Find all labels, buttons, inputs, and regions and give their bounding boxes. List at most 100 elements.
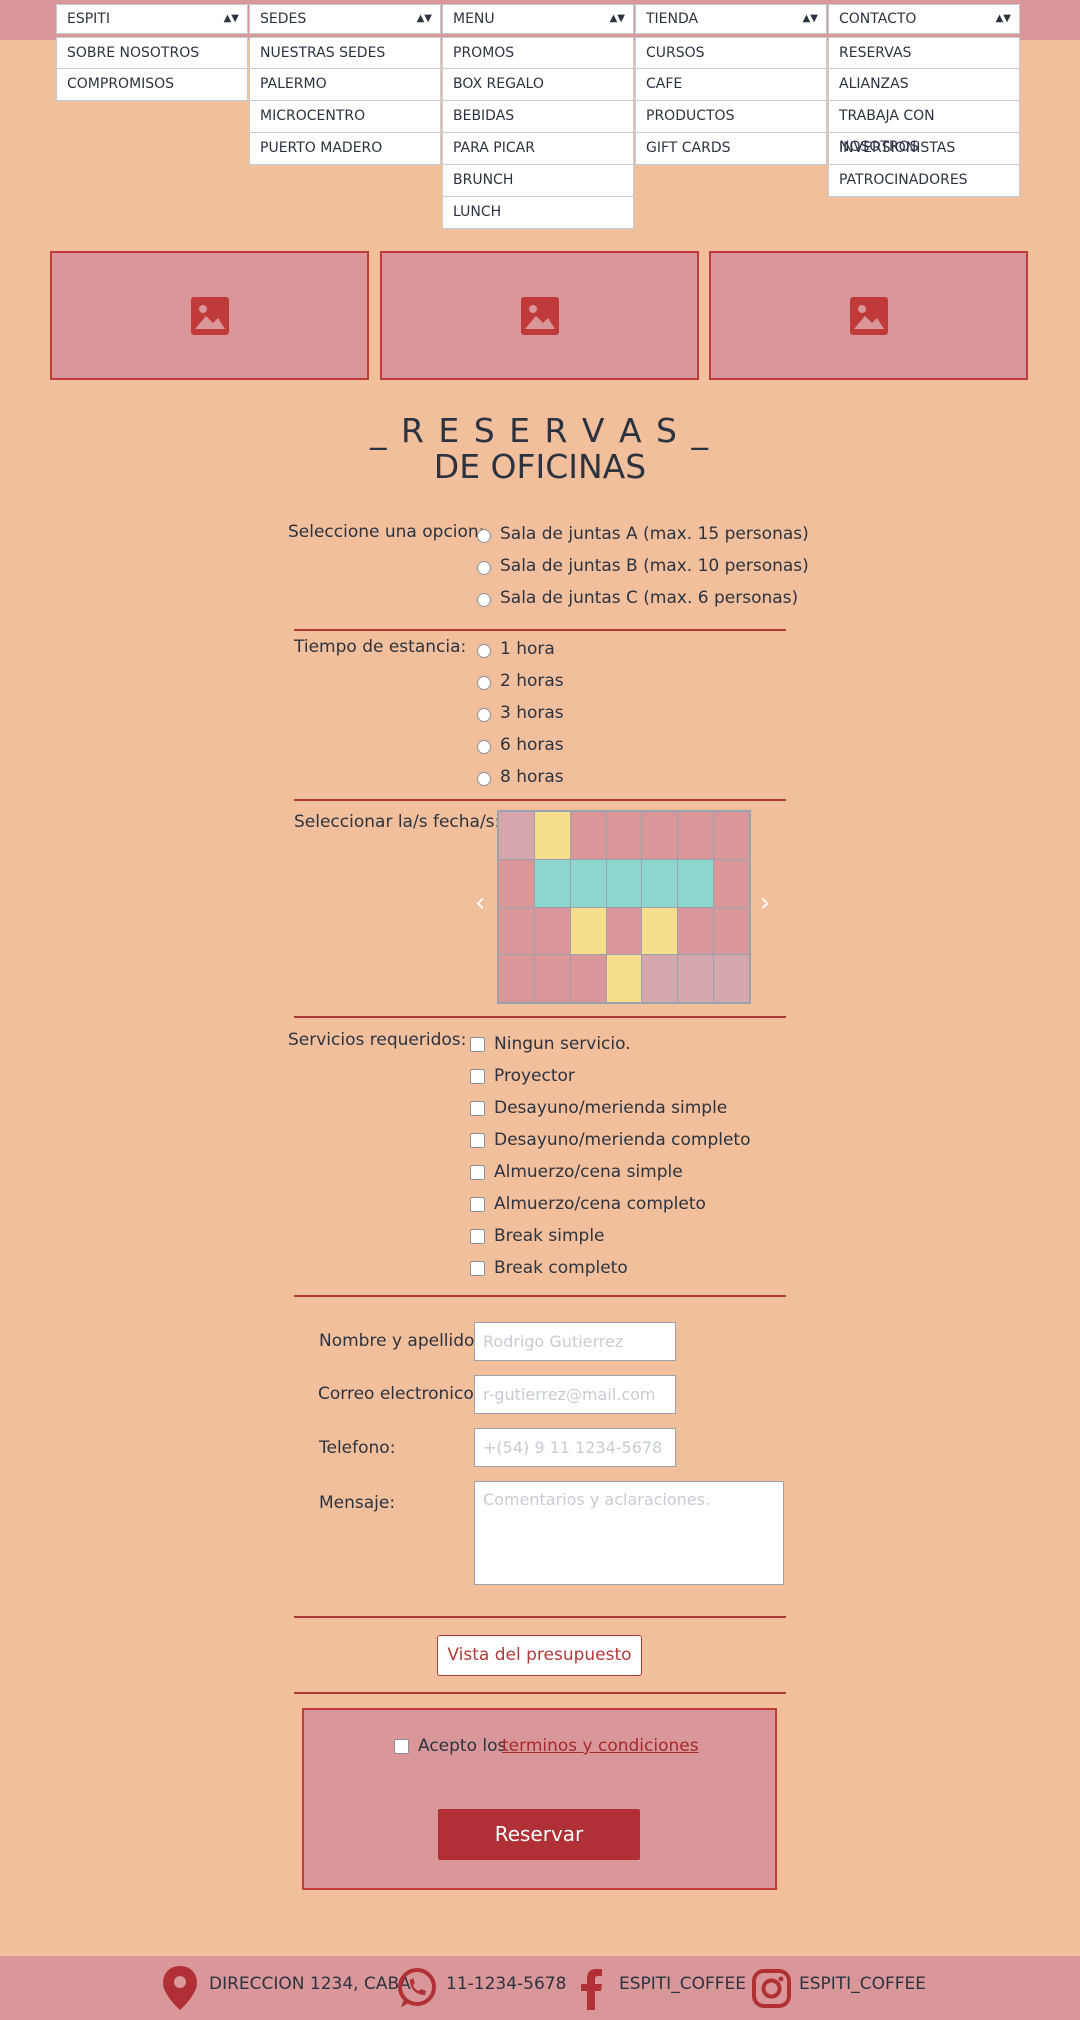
calendar-day-selected[interactable] (642, 907, 678, 955)
name-input[interactable]: Rodrigo Gutierrez (474, 1322, 676, 1361)
message-textarea[interactable]: Comentarios y aclaraciones. (474, 1481, 784, 1585)
calendar-day-free[interactable] (714, 859, 749, 907)
terms-link[interactable]: terminos y condiciones (502, 1736, 699, 1756)
calendar-day-range[interactable] (534, 859, 570, 907)
calendar-day-free[interactable] (678, 907, 714, 955)
service-checkbox-desayuno-simple[interactable] (470, 1101, 485, 1116)
room-radio-c[interactable] (477, 593, 491, 607)
nav-item-trabaja-con-nosotros[interactable]: TRABAJA CON NOSOTROS (828, 101, 1020, 155)
calendar-day-free[interactable] (678, 812, 714, 859)
service-checkbox-ninguno[interactable] (470, 1037, 485, 1052)
calendar-next-button[interactable]: › (760, 888, 770, 918)
footer-facebook: ESPITI_COFFEE (619, 1974, 746, 1994)
nav-select-contacto[interactable]: CONTACTO ▲▼ (828, 4, 1020, 34)
room-option-label: Sala de juntas C (max. 6 personas) (500, 588, 799, 608)
facebook-icon[interactable] (578, 1966, 604, 2010)
service-checkbox-almuerzo-completo[interactable] (470, 1197, 485, 1212)
calendar-day-free[interactable] (606, 907, 642, 955)
calendar-day-range[interactable] (642, 859, 678, 907)
nav-select-sedes[interactable]: SEDES ▲▼ (249, 4, 441, 34)
calendar-prev-button[interactable]: ‹ (475, 888, 485, 918)
phone-label: Telefono: (319, 1438, 396, 1458)
nav-menu-espiti: ESPITI ▲▼ SOBRE NOSOTROS COMPROMISOS (56, 4, 248, 101)
services-label: Servicios requeridos: (288, 1030, 467, 1050)
nav-item-box-regalo[interactable]: BOX REGALO (442, 69, 634, 101)
calendar-day-selected[interactable] (606, 955, 642, 1002)
whatsapp-icon[interactable] (396, 1967, 438, 2009)
service-option-label: Proyector (494, 1066, 575, 1086)
nav-select-label: ESPITI (67, 11, 110, 27)
email-input[interactable]: r-gutierrez@mail.com (474, 1375, 676, 1414)
calendar-day-range[interactable] (678, 859, 714, 907)
select-arrows-icon: ▲▼ (995, 13, 1011, 24)
duration-option-label: 6 horas (500, 735, 564, 755)
nav-item-gift-cards[interactable]: GIFT CARDS (635, 133, 827, 165)
calendar-day-free[interactable] (570, 955, 606, 1002)
service-checkbox-desayuno-completo[interactable] (470, 1133, 485, 1148)
duration-radio-6h[interactable] (477, 740, 491, 754)
terms-checkbox[interactable] (394, 1739, 409, 1754)
calendar-day-selected[interactable] (570, 907, 606, 955)
nav-item-microcentro[interactable]: MICROCENTRO (249, 101, 441, 133)
budget-preview-button[interactable]: Vista del presupuesto (437, 1635, 642, 1676)
nav-item-puerto-madero[interactable]: PUERTO MADERO (249, 133, 441, 165)
nav-select-espiti[interactable]: ESPITI ▲▼ (56, 4, 248, 34)
nav-item-cafe[interactable]: CAFE (635, 69, 827, 101)
nav-menu-tienda: TIENDA ▲▼ CURSOS CAFE PRODUCTOS GIFT CARD… (635, 4, 827, 165)
calendar-day-free[interactable] (714, 812, 749, 859)
instagram-icon[interactable] (752, 1969, 791, 2008)
service-checkbox-break-completo[interactable] (470, 1261, 485, 1276)
service-checkbox-almuerzo-simple[interactable] (470, 1165, 485, 1180)
nav-item-para-picar[interactable]: PARA PICAR (442, 133, 634, 165)
calendar-day-selected[interactable] (534, 812, 570, 859)
calendar-day-free[interactable] (534, 907, 570, 955)
nav-select-tienda[interactable]: TIENDA ▲▼ (635, 4, 827, 34)
nav-select-menu[interactable]: MENU ▲▼ (442, 4, 634, 34)
nav-item-alianzas[interactable]: ALIANZAS (828, 69, 1020, 101)
room-radio-b[interactable] (477, 561, 491, 575)
nav-item-brunch[interactable]: BRUNCH (442, 165, 634, 197)
reservar-button[interactable]: Reservar (438, 1809, 640, 1860)
room-option-label: Sala de juntas A (max. 15 personas) (500, 524, 809, 544)
nav-item-reservas[interactable]: RESERVAS (828, 37, 1020, 69)
room-label: Seleccione una opcion: (288, 522, 485, 542)
duration-radio-2h[interactable] (477, 676, 491, 690)
section-divider (294, 1295, 786, 1297)
nav-item-patrocinadores[interactable]: PATROCINADORES (828, 165, 1020, 197)
service-checkbox-break-simple[interactable] (470, 1229, 485, 1244)
nav-item-palermo[interactable]: PALERMO (249, 69, 441, 101)
calendar-day-past (714, 955, 749, 1002)
room-radio-a[interactable] (477, 529, 491, 543)
duration-radio-3h[interactable] (477, 708, 491, 722)
nav-item-nuestras-sedes[interactable]: NUESTRAS SEDES (249, 37, 441, 69)
nav-item-lunch[interactable]: LUNCH (442, 197, 634, 229)
calendar-day-range[interactable] (606, 859, 642, 907)
nav-item-sobre-nosotros[interactable]: SOBRE NOSOTROS (56, 37, 248, 69)
footer-address: DIRECCION 1234, CABA (209, 1974, 411, 1994)
calendar-day-free[interactable] (534, 955, 570, 1002)
nav-item-bebidas[interactable]: BEBIDAS (442, 101, 634, 133)
nav-item-cursos[interactable]: CURSOS (635, 37, 827, 69)
message-label: Mensaje: (319, 1493, 396, 1513)
service-checkbox-proyector[interactable] (470, 1069, 485, 1084)
phone-input[interactable]: +(54) 9 11 1234-5678 (474, 1428, 676, 1467)
nav-item-productos[interactable]: PRODUCTOS (635, 101, 827, 133)
nav-item-promos[interactable]: PROMOS (442, 37, 634, 69)
service-option-label: Almuerzo/cena simple (494, 1162, 683, 1182)
nav-item-inversionistas[interactable]: INVERSIONISTAS (828, 133, 1020, 165)
calendar-day-free[interactable] (499, 907, 534, 955)
duration-radio-8h[interactable] (477, 772, 491, 786)
calendar-day-free[interactable] (642, 812, 678, 859)
calendar-day-free[interactable] (499, 859, 534, 907)
duration-radio-1h[interactable] (477, 644, 491, 658)
section-divider (294, 1692, 786, 1694)
calendar-day-free[interactable] (606, 812, 642, 859)
calendar-day-free[interactable] (714, 907, 749, 955)
calendar-day-free[interactable] (570, 812, 606, 859)
footer-phone: 11-1234-5678 (446, 1974, 567, 1994)
section-divider (294, 1616, 786, 1618)
nav-item-compromisos[interactable]: COMPROMISOS (56, 69, 248, 101)
select-arrows-icon: ▲▼ (223, 13, 239, 24)
calendar-day-range[interactable] (570, 859, 606, 907)
calendar-day-free[interactable] (499, 955, 534, 1002)
